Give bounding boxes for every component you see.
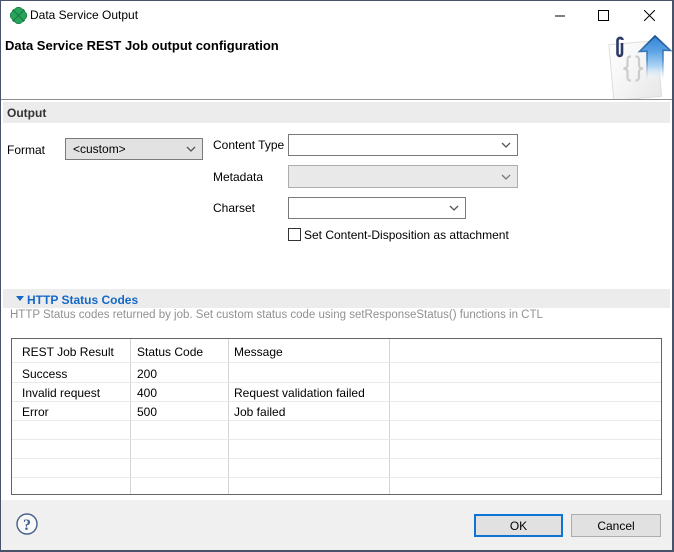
svg-text:?: ? [23, 517, 31, 534]
